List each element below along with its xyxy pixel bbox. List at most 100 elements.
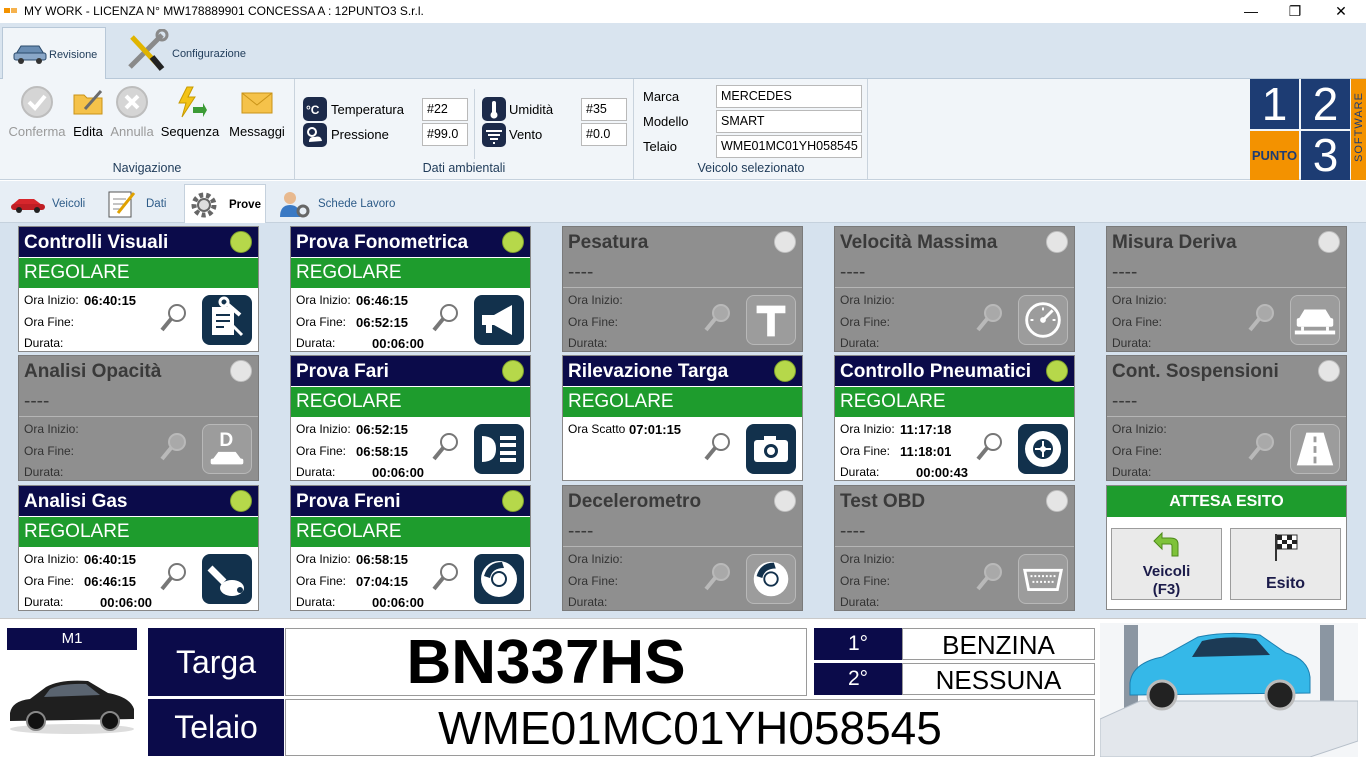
test-status: ----	[563, 258, 802, 288]
tab-revisione-label: Revisione	[49, 49, 98, 61]
logo-two: 2	[1301, 79, 1350, 129]
vento-field[interactable]: #0.0	[581, 123, 627, 146]
test-status: ----	[19, 387, 258, 417]
sequenza-label: Sequenza	[160, 124, 220, 139]
horn-icon	[474, 295, 524, 345]
ora-inizio-label: Ora Inizio:	[1112, 293, 1167, 307]
pressione-field[interactable]: #99.0	[422, 123, 468, 146]
gear-icon	[191, 192, 217, 218]
magnifier-icon[interactable]	[431, 561, 461, 593]
magnifier-icon[interactable]	[703, 561, 733, 593]
magnifier-icon[interactable]	[975, 561, 1005, 593]
conferma-button[interactable]: Conferma	[6, 85, 68, 139]
magnifier-icon[interactable]	[1247, 431, 1277, 463]
ora-inizio-label: Ora Inizio:	[1112, 422, 1167, 436]
magnifier-icon[interactable]	[159, 431, 189, 463]
umidita-field[interactable]: #35	[581, 98, 627, 121]
sequenza-button[interactable]: Sequenza	[158, 85, 222, 139]
test-title: Prova Freni	[291, 486, 530, 516]
magnifier-icon[interactable]	[703, 431, 733, 463]
esito-button-label: Esito	[1265, 575, 1306, 592]
test-card-decelerometro[interactable]: Decelerometro ---- Ora Inizio: Ora Fine:…	[562, 485, 803, 611]
tab-dati[interactable]: Dati	[100, 184, 180, 223]
ora-inizio-value: 06:46:15	[356, 293, 409, 308]
messaggi-button[interactable]: Messaggi	[224, 85, 290, 139]
magnifier-icon[interactable]	[703, 302, 733, 334]
road-icon	[1290, 424, 1340, 474]
magnifier-icon[interactable]	[159, 302, 189, 334]
telaio-bottom-value: WME01MC01YH058545	[285, 699, 1095, 756]
umidita-label: Umidità	[509, 102, 554, 117]
telaio-bottom-label: Telaio	[148, 699, 284, 756]
magnifier-icon[interactable]	[159, 561, 189, 593]
status-led	[502, 231, 524, 253]
test-title: Controllo Pneumatici	[835, 356, 1074, 386]
test-status: REGOLARE	[291, 517, 530, 547]
tab-configurazione[interactable]: Configurazione	[116, 27, 256, 79]
minimize-button[interactable]: —	[1228, 0, 1274, 23]
test-card-prova-fonometrica[interactable]: Prova Fonometrica REGOLARE Ora Inizio: 0…	[290, 226, 531, 352]
test-card-rilevazione-targa[interactable]: Rilevazione Targa REGOLARE Ora Scatto 07…	[562, 355, 803, 481]
marca-label: Marca	[643, 89, 680, 104]
magnifier-icon[interactable]	[1247, 302, 1277, 334]
test-card-controllo-pneumatici[interactable]: Controllo Pneumatici REGOLARE Ora Inizio…	[834, 355, 1075, 481]
restore-button[interactable]: ❐	[1272, 0, 1318, 23]
marca-field[interactable]: MERCEDES	[716, 85, 862, 108]
edita-label: Edita	[73, 124, 103, 139]
modello-field[interactable]: SMART	[716, 110, 862, 133]
test-card-cont-sospensioni[interactable]: Cont. Sospensioni ---- Ora Inizio: Ora F…	[1106, 355, 1347, 481]
edita-button[interactable]: Edita	[68, 85, 108, 139]
tab-revisione[interactable]: Revisione	[2, 27, 106, 79]
test-card-misura-deriva[interactable]: Misura Deriva ---- Ora Inizio: Ora Fine:…	[1106, 226, 1347, 352]
ora-inizio-label: Ora Inizio:	[24, 293, 79, 307]
veicoli-f3-button[interactable]: Veicoli (F3)	[1111, 528, 1222, 600]
test-status: ----	[835, 258, 1074, 288]
title-bar: MY WORK - LICENZA N° MW178889901 CONCESS…	[0, 0, 1366, 23]
test-card-pesatura[interactable]: Pesatura ---- Ora Inizio: Ora Fine: Dura…	[562, 226, 803, 352]
speedometer-icon	[1018, 295, 1068, 345]
tab-schede-lavoro[interactable]: Schede Lavoro	[272, 184, 402, 223]
test-card-velocit-massima[interactable]: Velocità Massima ---- Ora Inizio: Ora Fi…	[834, 226, 1075, 352]
ora-inizio-label: Ora Inizio:	[840, 422, 895, 436]
esito-button[interactable]: Esito	[1230, 528, 1341, 600]
temperatura-label: Temperatura	[331, 102, 404, 117]
temperatura-field[interactable]: #22	[422, 98, 468, 121]
test-card-prova-freni[interactable]: Prova Freni REGOLARE Ora Inizio: 06:58:1…	[290, 485, 531, 611]
ora-inizio-value: 11:17:18	[900, 422, 952, 437]
magnifier-icon[interactable]	[431, 431, 461, 463]
close-button[interactable]: ✕	[1318, 0, 1364, 23]
sub-tab-strip: Veicoli Dati Prove Schede Lavoro	[0, 181, 1366, 223]
ora-fine-label: Ora Fine:	[24, 444, 75, 458]
ora-fine-label: Ora Fine:	[568, 315, 619, 329]
annulla-button[interactable]: Annulla	[108, 85, 156, 139]
test-card-controlli-visuali[interactable]: Controlli Visuali REGOLARE Ora Inizio: 0…	[18, 226, 259, 352]
conferma-label: Conferma	[8, 124, 66, 139]
test-title: Test OBD	[835, 486, 1074, 516]
magnifier-icon[interactable]	[975, 302, 1005, 334]
test-card-analisi-gas[interactable]: Analisi Gas REGOLARE Ora Inizio: 06:40:1…	[18, 485, 259, 611]
test-card-test-obd[interactable]: Test OBD ---- Ora Inizio: Ora Fine: Dura…	[834, 485, 1075, 611]
ora-fine-label: Ora Fine:	[24, 574, 75, 588]
test-status: REGOLARE	[19, 517, 258, 547]
ribbon-tab-strip: Revisione Configurazione	[0, 23, 1366, 79]
test-card-analisi-opacit[interactable]: Analisi Opacità ---- Ora Inizio: Ora Fin…	[18, 355, 259, 481]
magnifier-icon[interactable]	[431, 302, 461, 334]
durata-value: 00:06:00	[372, 595, 425, 610]
ora-fine-label: Ora Fine:	[568, 574, 619, 588]
test-title: Velocità Massima	[835, 227, 1074, 257]
magnifier-icon[interactable]	[975, 431, 1005, 463]
durata-value: 00:06:00	[100, 595, 153, 610]
ora-inizio-label: Ora Inizio:	[296, 293, 351, 307]
test-card-prova-fari[interactable]: Prova Fari REGOLARE Ora Inizio: 06:52:15…	[290, 355, 531, 481]
brake-disc-icon	[474, 554, 524, 604]
telaio-field[interactable]: WME01MC01YH058545	[716, 135, 862, 158]
test-status: ----	[1107, 387, 1346, 417]
tab-prove[interactable]: Prove	[184, 184, 266, 223]
worker-icon	[280, 192, 310, 218]
test-title: Analisi Opacità	[19, 356, 258, 386]
test-status: ----	[563, 517, 802, 547]
headlight-icon	[474, 424, 524, 474]
tab-veicoli[interactable]: Veicoli	[6, 184, 96, 223]
humidity-icon	[482, 97, 506, 121]
tab-schede-lavoro-label: Schede Lavoro	[318, 198, 396, 210]
